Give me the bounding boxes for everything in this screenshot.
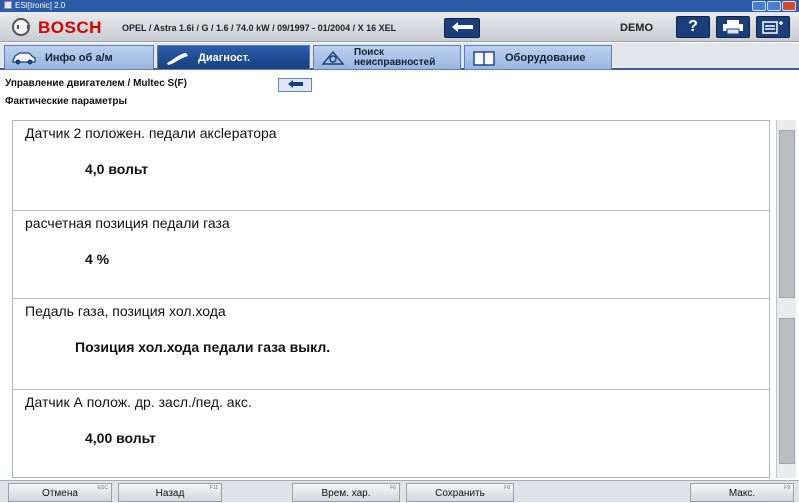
parameter-label: расчетная позиция педали газа xyxy=(25,215,230,231)
back-arrow-icon xyxy=(452,22,473,32)
tab-label: Инфо об а/м xyxy=(45,52,113,64)
breadcrumb-back-button[interactable] xyxy=(278,78,312,92)
parameter-list: Датчик 2 положен. педали аксleратора 4,0… xyxy=(12,120,770,478)
parameter-value: 4,00 вольт xyxy=(85,430,156,446)
tab-diagnostics[interactable]: Диагност. xyxy=(157,45,310,70)
back-arrow-icon xyxy=(288,80,303,88)
brand-name: BOSCH xyxy=(38,18,102,37)
parameter-value: 4,0 вольт xyxy=(85,161,149,177)
diagnostic-probe-icon xyxy=(167,53,188,65)
parameter-row[interactable]: Датчик А полож. др. засл./пед. акс. 4,00… xyxy=(13,390,769,477)
tab-troubleshooting[interactable]: Поиск неисправностей xyxy=(313,45,461,70)
parameter-row[interactable]: расчетная позиция педали газа 4 % xyxy=(13,211,769,299)
window-title: ESI[tronic] 2.0 xyxy=(15,1,66,10)
vehicle-back-button[interactable] xyxy=(444,18,480,38)
bosch-logo-icon xyxy=(12,18,30,36)
max-button[interactable]: Макс. F9 xyxy=(690,483,794,502)
main-tabs: Инфо об а/м Диагност. Поиск неисправносте… xyxy=(0,43,799,70)
app-icon xyxy=(4,1,12,9)
equipment-book-icon xyxy=(473,51,495,66)
tab-label: Поиск неисправностей xyxy=(354,47,436,68)
printer-icon xyxy=(723,20,743,35)
footer-toolbar: Отмена ESC Назад F11 Врем. хар. F6 Сохранит… xyxy=(0,480,799,502)
parameter-row[interactable]: Педаль газа, позиция хол.хода Позиция хо… xyxy=(13,299,769,390)
minimize-button[interactable] xyxy=(752,1,766,11)
shortcut-key: F8 xyxy=(504,485,510,491)
scrollbar-thumb[interactable] xyxy=(779,130,795,298)
parameter-label: Датчик А полож. др. засл./пед. акс. xyxy=(25,394,252,410)
shortcut-key: F11 xyxy=(209,485,218,491)
print-button[interactable] xyxy=(716,16,750,38)
maximize-button[interactable] xyxy=(767,1,781,11)
header-bar: BOSCH OPEL / Astra 1.6i / G / 1.6 / 74.0… xyxy=(0,12,799,42)
tab-vehicle-info[interactable]: Инфо об а/м xyxy=(4,45,154,70)
parameter-row[interactable]: Датчик 2 положен. педали аксleратора 4,0… xyxy=(13,121,769,211)
parameter-value: Позиция хол.хода педали газа выкл. xyxy=(75,339,331,355)
parameter-value: 4 % xyxy=(85,251,110,267)
vehicle-info: OPEL / Astra 1.6i / G / 1.6 / 74.0 kW / … xyxy=(122,23,397,33)
menu-button[interactable] xyxy=(756,16,790,38)
cancel-button[interactable]: Отмена ESC xyxy=(8,483,112,502)
help-button[interactable]: ? xyxy=(676,16,710,38)
car-icon xyxy=(12,52,36,65)
scrollbar-thumb[interactable] xyxy=(779,318,795,464)
demo-label: DEMO xyxy=(620,22,653,34)
parameter-label: Педаль газа, позиция хол.хода xyxy=(25,303,226,319)
help-icon: ? xyxy=(688,18,698,35)
troubleshoot-icon xyxy=(321,50,345,65)
shortcut-key: F6 xyxy=(390,485,396,491)
shortcut-key: ESC xyxy=(97,485,108,491)
vertical-scrollbar[interactable] xyxy=(776,120,796,478)
back-button[interactable]: Назад F11 xyxy=(118,483,222,502)
time-chart-button[interactable]: Врем. хар. F6 xyxy=(292,483,400,502)
tab-label: Оборудование xyxy=(505,52,586,64)
page-title: Фактические параметры xyxy=(5,96,128,107)
window-title-bar: ESI[tronic] 2.0 xyxy=(0,0,799,12)
close-button[interactable] xyxy=(782,1,796,11)
tab-label: Диагност. xyxy=(198,52,251,64)
save-button[interactable]: Сохранить F8 xyxy=(406,483,514,502)
breadcrumb: Управление двигателем / Multec S(F) xyxy=(5,78,187,89)
shortcut-key: F9 xyxy=(784,485,790,491)
menu-icon xyxy=(762,21,783,34)
tab-equipment[interactable]: Оборудование xyxy=(464,45,612,70)
parameter-label: Датчик 2 положен. педали аксleратора xyxy=(25,125,277,141)
